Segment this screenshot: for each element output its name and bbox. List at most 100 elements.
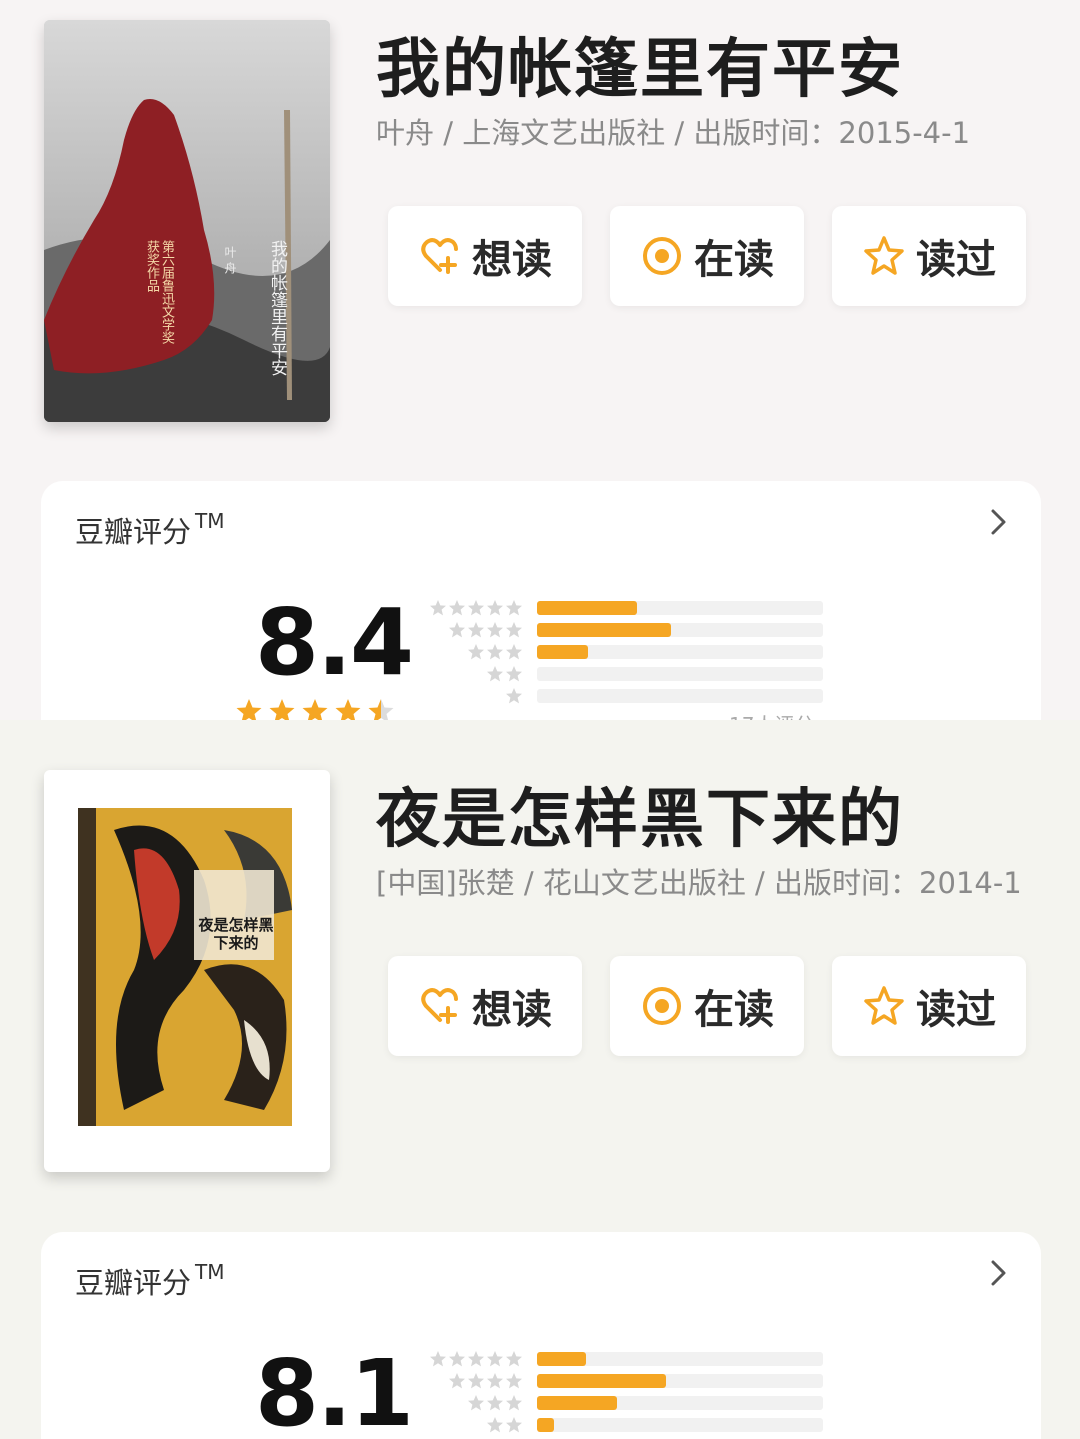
cover-badge-text: 第六届鲁迅文学奖获奖作品: [144, 240, 174, 344]
small-star-icon: [448, 621, 466, 639]
rating-header-label: 豆瓣评分: [75, 1266, 192, 1300]
rating-distribution: [427, 1348, 847, 1439]
small-star-icon: [486, 621, 504, 639]
chevron-right-icon[interactable]: [985, 507, 1011, 537]
rating-score: 8.1: [255, 1340, 414, 1439]
distribution-bar-fill: [537, 1374, 666, 1388]
small-star-icon: [429, 1350, 447, 1368]
distribution-bar-track: [537, 623, 823, 637]
small-star-icon: [505, 665, 523, 683]
distribution-bar-track: [537, 601, 823, 615]
rating-count: 17人评分: [729, 709, 814, 720]
small-star-icon: [486, 1394, 504, 1412]
star-outline-icon: [864, 236, 904, 275]
trademark-mark: TM: [195, 509, 225, 533]
small-star-icon: [505, 1416, 523, 1434]
distribution-row-3-star: [427, 1392, 847, 1414]
small-star-icon: [505, 599, 523, 617]
distribution-stars: [427, 687, 523, 705]
book-meta: [中国]张楚 / 花山文艺出版社 / 出版时间：2014-1: [376, 866, 1022, 900]
book-meta: 叶舟 / 上海文艺出版社 / 出版时间：2015-4-1: [376, 116, 971, 150]
target-circle-icon: [643, 987, 681, 1025]
distribution-stars: [427, 1372, 523, 1390]
distribution-row-4-star: [427, 1370, 847, 1392]
distribution-stars: [427, 643, 523, 661]
star-icon: [236, 699, 262, 720]
rating-distribution: [427, 597, 847, 707]
distribution-bar-track: [537, 1374, 823, 1388]
cover-title-text: 夜是怎样黑下来的: [198, 916, 274, 952]
read-label: 读过: [916, 987, 996, 1033]
cover-art-1: [44, 20, 330, 422]
read-button[interactable]: 读过: [832, 956, 1026, 1056]
distribution-row-5-star: [427, 597, 847, 619]
read-label: 读过: [916, 237, 996, 283]
score-stars: [236, 699, 394, 720]
star-icon: [302, 699, 328, 720]
distribution-row-5-star: [427, 1348, 847, 1370]
heart-plus-icon: [421, 988, 458, 1024]
book-title: 夜是怎样黑下来的: [376, 783, 904, 857]
small-star-icon: [486, 1350, 504, 1368]
distribution-bar-fill: [537, 1418, 555, 1432]
want-to-read-button[interactable]: 想读: [388, 206, 582, 306]
distribution-stars: [427, 599, 523, 617]
small-star-icon: [505, 1394, 523, 1412]
small-star-icon: [505, 1372, 523, 1390]
distribution-row-1-star: [427, 685, 847, 707]
distribution-stars: [427, 1416, 523, 1434]
small-star-icon: [429, 599, 447, 617]
read-button[interactable]: 读过: [832, 206, 1026, 306]
book-cover-1[interactable]: 我的帐篷里有平安 叶 舟 第六届鲁迅文学奖获奖作品: [44, 20, 330, 422]
chevron-right-icon[interactable]: [985, 1258, 1011, 1288]
star-icon: [269, 699, 295, 720]
douban-rating-card[interactable]: 豆瓣评分TM 8.4 17人评分: [41, 481, 1041, 720]
distribution-row-3-star: [427, 641, 847, 663]
small-star-icon: [467, 643, 485, 661]
distribution-bar-fill: [537, 645, 589, 659]
rating-header-label: 豆瓣评分: [75, 515, 192, 549]
distribution-bar-track: [537, 1352, 823, 1366]
distribution-bar-fill: [537, 1352, 586, 1366]
distribution-bar-track: [537, 667, 823, 681]
small-star-icon: [505, 1350, 523, 1368]
small-star-icon: [486, 643, 504, 661]
distribution-bar-fill: [537, 1396, 618, 1410]
want-to-read-label: 想读: [472, 237, 552, 283]
star-icon: [335, 699, 361, 720]
douban-rating-card[interactable]: 豆瓣评分 TM 8.1: [41, 1232, 1041, 1439]
star-outline-icon: [864, 986, 904, 1025]
book-panel-2: 夜是怎样黑下来的 夜是怎样黑下来的 [中国]张楚 / 花山文艺出版社 / 出版时…: [0, 720, 1080, 1439]
cover-author-text: 叶 舟: [223, 246, 237, 274]
book-cover-2[interactable]: 夜是怎样黑下来的: [44, 770, 330, 1172]
rating-score: 8.4: [255, 589, 414, 696]
book-panel-1: 我的帐篷里有平安 叶 舟 第六届鲁迅文学奖获奖作品 我的帐篷里有平安 叶舟 / …: [0, 0, 1080, 720]
distribution-row-2-star: [427, 1414, 847, 1436]
small-star-icon: [486, 599, 504, 617]
cover-art-2: [78, 808, 292, 1126]
reading-button[interactable]: 在读: [610, 206, 804, 306]
distribution-bar-fill: [537, 601, 638, 615]
reading-label: 在读: [694, 237, 774, 283]
cover-title-text: 我的帐篷里有平安: [267, 240, 287, 376]
action-bar: 想读 在读 读过: [388, 206, 1026, 306]
small-star-icon: [486, 1372, 504, 1390]
small-star-icon: [448, 1350, 466, 1368]
distribution-stars: [427, 621, 523, 639]
distribution-stars: [427, 665, 523, 683]
action-bar: 想读 在读 读过: [388, 956, 1026, 1056]
half-star-icon: [368, 699, 381, 720]
reading-button[interactable]: 在读: [610, 956, 804, 1056]
trademark-mark: TM: [195, 1260, 225, 1284]
distribution-stars: [427, 1394, 523, 1412]
small-star-icon: [467, 1350, 485, 1368]
small-star-icon: [448, 1372, 466, 1390]
want-to-read-button[interactable]: 想读: [388, 956, 582, 1056]
small-star-icon: [467, 1372, 485, 1390]
distribution-bar-track: [537, 1396, 823, 1410]
reading-label: 在读: [694, 987, 774, 1033]
small-star-icon: [486, 1416, 504, 1434]
book-title: 我的帐篷里有平安: [376, 33, 904, 107]
small-star-icon: [448, 599, 466, 617]
distribution-bar-track: [537, 689, 823, 703]
